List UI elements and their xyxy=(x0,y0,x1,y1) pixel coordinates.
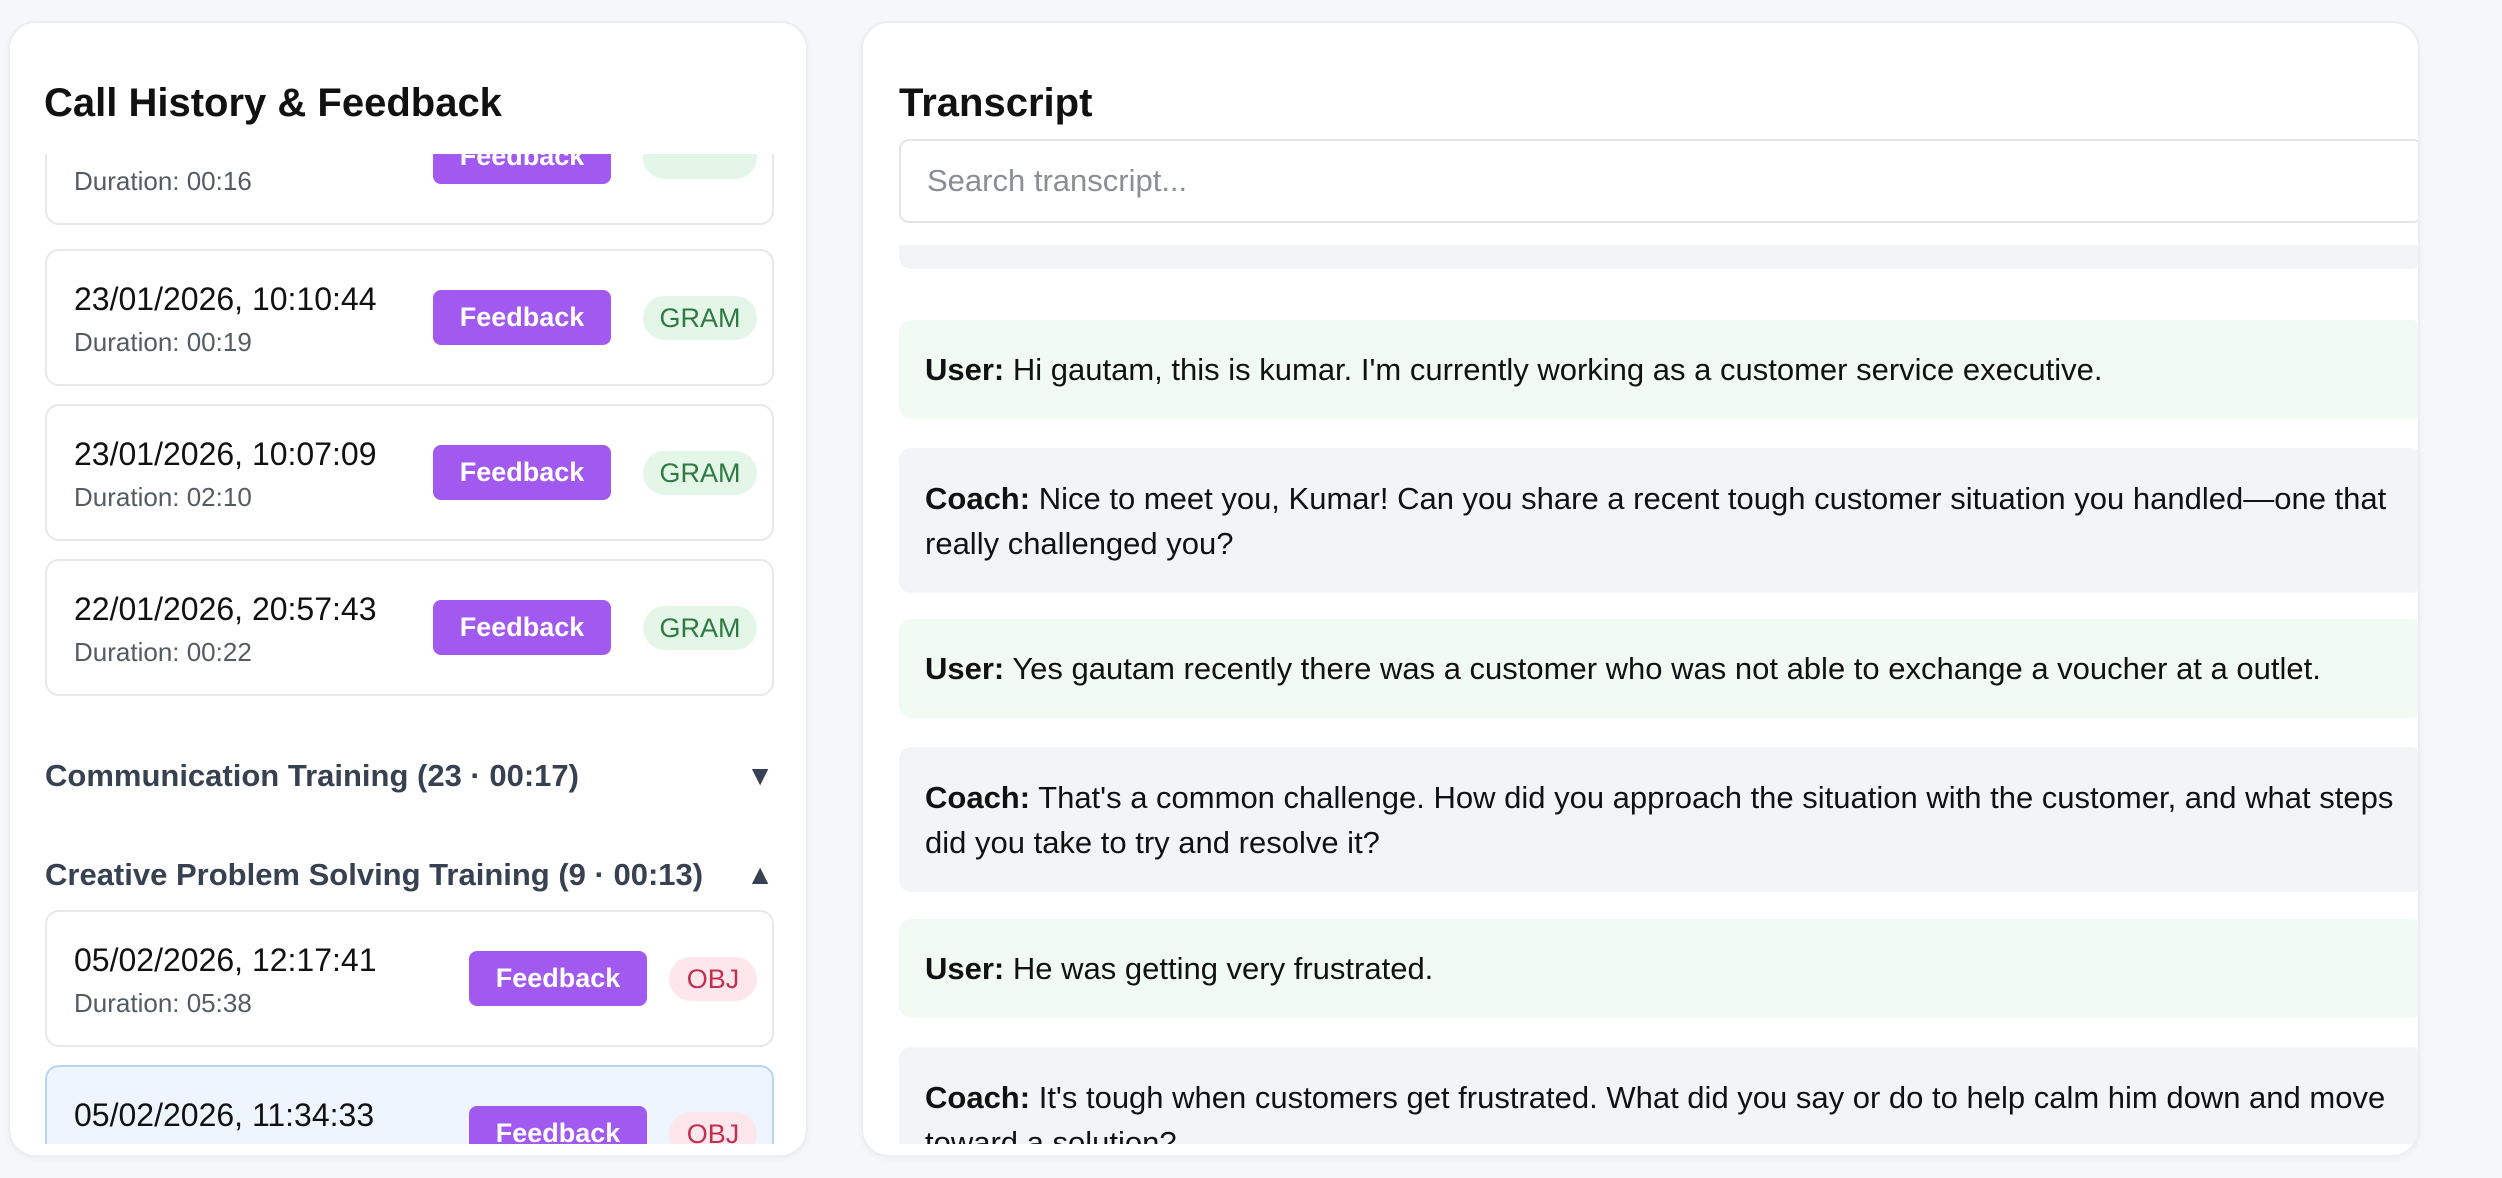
call-card[interactable]: 05/02/2026, 12:17:41 Duration: 05:38 Fee… xyxy=(45,910,774,1047)
transcript-message-user: User: Hi gautam, this is kumar. I'm curr… xyxy=(899,320,2418,419)
call-history-list[interactable]: Duration: 00:16 Feedback 23/01/2026, 10:… xyxy=(10,154,806,1144)
feedback-button[interactable]: Feedback xyxy=(469,951,647,1006)
section-title: Communication Training (23 · 00:17) xyxy=(45,758,579,793)
speaker-label: Coach: xyxy=(925,1080,1031,1115)
transcript-message-user: User: He was getting very frustrated. xyxy=(899,919,2418,1018)
message-text: It's tough when customers get frustrated… xyxy=(925,1080,2386,1144)
call-duration: Duration: 02:10 xyxy=(74,482,252,512)
call-card[interactable]: Duration: 00:16 Feedback xyxy=(45,154,774,225)
call-date: 05/02/2026, 11:34:33 xyxy=(74,1097,375,1133)
obj-tag: OBJ xyxy=(669,957,757,1001)
message-text: Yes gautam recently there was a customer… xyxy=(1012,651,2321,686)
speaker-label: User: xyxy=(925,352,1005,387)
call-duration: Duration: 05:38 xyxy=(74,988,252,1018)
feedback-button[interactable]: Feedback xyxy=(433,290,611,345)
chevron-up-icon[interactable]: ▲ xyxy=(746,859,774,891)
feedback-button[interactable]: Feedback xyxy=(433,445,611,500)
search-transcript-input[interactable] xyxy=(899,139,2418,223)
call-history-panel: Call History & Feedback Duration: 00:16 … xyxy=(8,21,808,1157)
feedback-button[interactable]: Feedback xyxy=(433,600,611,655)
speaker-label: Coach: xyxy=(925,780,1031,815)
call-date: 23/01/2026, 10:10:44 xyxy=(74,281,377,317)
transcript-message-coach: Coach: That's a common challenge. How di… xyxy=(899,747,2418,892)
message-text: Nice to meet you, Kumar! Can you share a… xyxy=(925,481,2387,561)
transcript-message xyxy=(899,245,2418,269)
feedback-button[interactable]: Feedback xyxy=(469,1106,647,1144)
obj-tag: OBJ xyxy=(669,1112,757,1144)
call-duration: Duration: 00:16 xyxy=(74,166,252,196)
speaker-label: Coach: xyxy=(925,481,1031,516)
call-card[interactable]: 22/01/2026, 20:57:43 Duration: 00:22 Fee… xyxy=(45,559,774,696)
gram-tag: GRAM xyxy=(643,451,757,495)
call-duration: Duration: 00:19 xyxy=(74,327,252,357)
section-creative-problem-solving[interactable]: Creative Problem Solving Training (9 · 0… xyxy=(45,850,774,900)
gram-tag: GRAM xyxy=(643,296,757,340)
gram-tag xyxy=(643,154,757,179)
transcript-message-user: User: Yes gautam recently there was a cu… xyxy=(899,619,2418,718)
call-card[interactable]: 23/01/2026, 10:07:09 Duration: 02:10 Fee… xyxy=(45,404,774,541)
message-text: That's a common challenge. How did you a… xyxy=(925,780,2394,860)
section-title: Creative Problem Solving Training (9 · 0… xyxy=(45,857,704,892)
call-date: 05/02/2026, 12:17:41 xyxy=(74,942,377,978)
message-text: He was getting very frustrated. xyxy=(1012,951,1434,986)
call-duration: Duration: 00:22 xyxy=(74,637,252,667)
transcript-list[interactable]: User: Hi gautam, this is kumar. I'm curr… xyxy=(863,245,2418,1144)
call-card[interactable]: 23/01/2026, 10:10:44 Duration: 00:19 Fee… xyxy=(45,249,774,386)
call-history-title: Call History & Feedback xyxy=(44,81,502,125)
section-communication-training[interactable]: Communication Training (23 · 00:17) ▼ xyxy=(45,751,774,801)
speaker-label: User: xyxy=(925,651,1005,686)
call-date: 23/01/2026, 10:07:09 xyxy=(74,436,377,472)
message-text: Hi gautam, this is kumar. I'm currently … xyxy=(1012,352,2103,387)
speaker-label: User: xyxy=(925,951,1005,986)
feedback-button[interactable]: Feedback xyxy=(433,154,611,184)
gram-tag: GRAM xyxy=(643,606,757,650)
call-card-selected[interactable]: 05/02/2026, 11:34:33 Feedback OBJ xyxy=(45,1065,774,1144)
call-date: 22/01/2026, 20:57:43 xyxy=(74,591,377,627)
chevron-down-icon[interactable]: ▼ xyxy=(746,760,774,792)
transcript-message-coach: Coach: It's tough when customers get fru… xyxy=(899,1047,2418,1144)
transcript-panel: Transcript User: Hi gautam, this is kuma… xyxy=(861,21,2420,1157)
transcript-message-coach: Coach: Nice to meet you, Kumar! Can you … xyxy=(899,448,2418,593)
transcript-title: Transcript xyxy=(899,81,1093,125)
